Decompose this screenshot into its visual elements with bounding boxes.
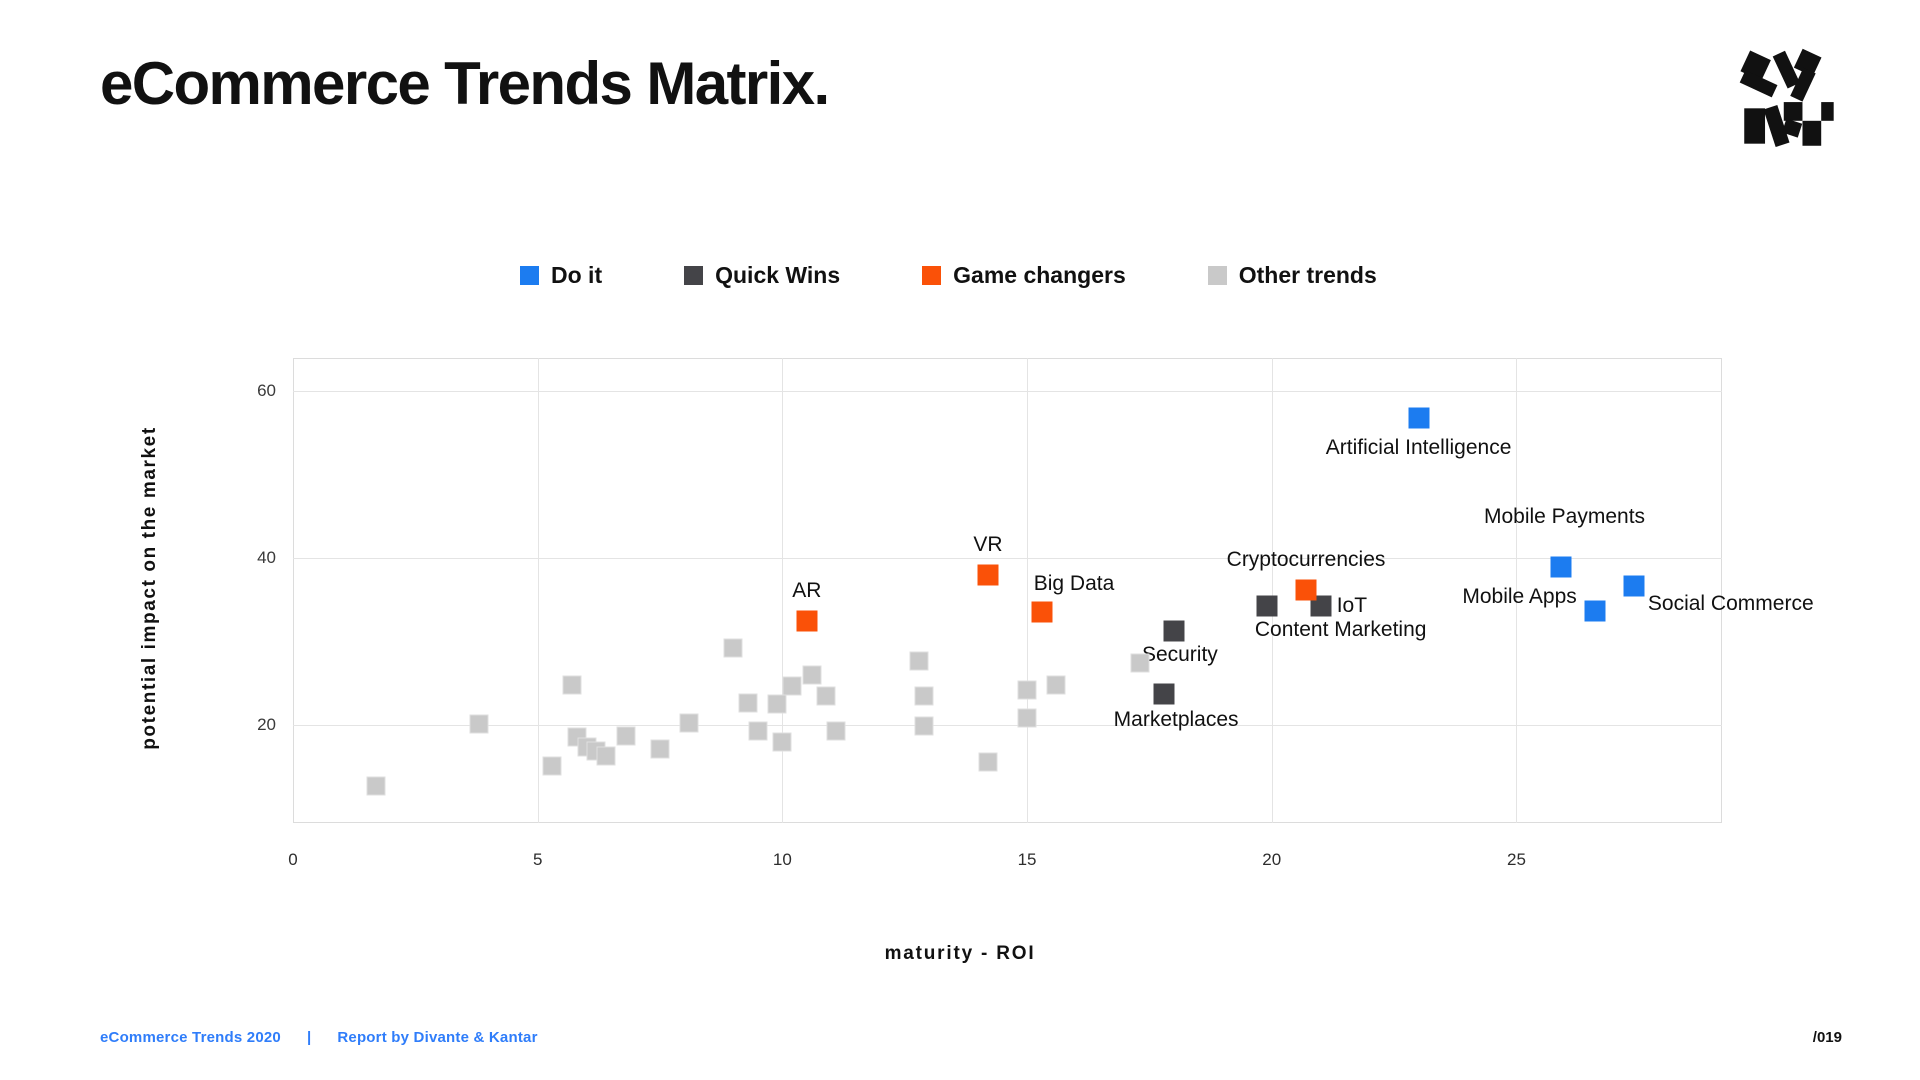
- data-point-label: Big Data: [1033, 572, 1115, 596]
- data-point-label: Mobile Apps: [1462, 584, 1577, 608]
- data-point-label: AR: [792, 579, 822, 603]
- footer: eCommerce Trends 2020 | Report by Divant…: [100, 1029, 538, 1046]
- data-point-other-trend[interactable]: [650, 739, 670, 759]
- legend-swatch-quick-wins-icon: [684, 266, 704, 285]
- data-point-marketplaces[interactable]: [1153, 683, 1175, 705]
- x-axis-tick-label: 20: [1262, 850, 1282, 869]
- data-point-other-trend[interactable]: [1017, 708, 1037, 728]
- legend-item-other-trends[interactable]: Other trends: [1207, 262, 1377, 289]
- legend: Do it Quick Wins Game changers Other trends: [520, 262, 1377, 289]
- x-axis-tick-label: 0: [288, 850, 298, 869]
- x-axis-tick-label: 10: [772, 850, 792, 869]
- gridline-vertical: [537, 358, 539, 823]
- data-point-other-trend[interactable]: [767, 694, 787, 714]
- data-point-vr[interactable]: [977, 564, 999, 586]
- data-point-label: IoT: [1336, 594, 1368, 618]
- x-axis-tick-label: 5: [532, 850, 543, 869]
- gridline-vertical: [782, 358, 784, 823]
- page-number: /019: [1812, 1029, 1842, 1046]
- legend-item-label: Quick Wins: [715, 262, 841, 288]
- legend-item-game-changers[interactable]: Game changers: [922, 262, 1126, 289]
- data-point-other-trend[interactable]: [1130, 653, 1150, 673]
- y-axis-tick-label: 60: [257, 381, 276, 401]
- legend-swatch-game-changers-icon: [922, 266, 942, 285]
- data-point-label: Mobile Payments: [1483, 505, 1646, 529]
- data-point-label: Artificial Intelligence: [1325, 436, 1512, 459]
- data-point-mobile-apps[interactable]: [1584, 600, 1606, 621]
- legend-swatch-other-trends-icon: [1207, 266, 1227, 285]
- scatter-plot-area: Artificial Intelligence Mobile Payments Mo…: [293, 358, 1814, 823]
- gridline-vertical: [1027, 358, 1029, 823]
- data-point-big-data[interactable]: [1031, 601, 1053, 623]
- gridline-horizontal: [293, 724, 1722, 726]
- data-point-label: Content Marketing: [1254, 618, 1427, 642]
- data-point-other-trend[interactable]: [914, 686, 934, 705]
- y-axis-tick-label: 40: [257, 548, 276, 567]
- legend-item-do-it[interactable]: Do it: [520, 262, 602, 289]
- x-axis-ticks: 0 5 10 15 20 25: [288, 836, 1722, 869]
- gridline-vertical: [1271, 358, 1273, 823]
- data-point-other-trend[interactable]: [914, 716, 934, 736]
- page-title: eCommerce Trends Matrix.: [100, 50, 830, 117]
- footer-right-text: Report by Divante & Kantar: [337, 1029, 538, 1046]
- data-point-other-trend[interactable]: [802, 665, 822, 685]
- x-axis-tick-label: 25: [1506, 850, 1526, 869]
- footer-left-text: eCommerce Trends 2020: [100, 1029, 281, 1046]
- footer-separator: |: [306, 1029, 312, 1046]
- data-point-other-trend[interactable]: [562, 675, 582, 695]
- data-point-security[interactable]: [1163, 620, 1185, 641]
- data-point-mobile-payments[interactable]: [1550, 556, 1571, 578]
- legend-item-label: Other trends: [1238, 262, 1377, 288]
- y-axis-tick-label: 20: [257, 714, 276, 734]
- data-point-label: Social Commerce: [1647, 592, 1814, 616]
- data-point-label: VR: [973, 532, 1003, 556]
- data-point-label: Cryptocurrencies: [1226, 547, 1386, 571]
- data-point-other-trend[interactable]: [826, 721, 846, 741]
- divante-logo: [1738, 48, 1842, 152]
- y-axis-title: potential impact on the market: [139, 426, 160, 750]
- data-point-cryptocurrencies[interactable]: [1295, 579, 1317, 601]
- data-point-content-marketing[interactable]: [1256, 595, 1278, 617]
- data-point-ar[interactable]: [796, 610, 818, 632]
- data-point-other-trend[interactable]: [542, 756, 562, 776]
- data-point-other-trend[interactable]: [469, 714, 489, 734]
- data-point-other-trend[interactable]: [816, 686, 836, 706]
- x-axis-tick-label: 15: [1017, 850, 1037, 869]
- data-point-other-trend[interactable]: [616, 726, 636, 746]
- legend-swatch-do-it-icon: [520, 266, 539, 285]
- data-point-other-trend[interactable]: [366, 776, 386, 796]
- data-point-other-trend[interactable]: [909, 651, 929, 671]
- data-point-other-trend[interactable]: [679, 713, 699, 733]
- legend-item-label: Do it: [551, 262, 603, 288]
- data-point-other-trend[interactable]: [596, 746, 616, 766]
- data-point-label: Security: [1141, 642, 1218, 666]
- data-point-other-trend[interactable]: [782, 676, 802, 695]
- gridline-horizontal: [293, 391, 1722, 393]
- data-point-other-trend[interactable]: [978, 752, 998, 772]
- y-axis-ticks: 20 40 60: [240, 358, 276, 823]
- legend-item-quick-wins[interactable]: Quick Wins: [684, 262, 840, 289]
- legend-item-label: Game changers: [953, 262, 1126, 288]
- data-point-other-trend[interactable]: [748, 721, 768, 741]
- data-point-label: Marketplaces: [1113, 707, 1239, 731]
- data-point-artificial-intelligence[interactable]: [1408, 407, 1430, 429]
- data-point-other-trend[interactable]: [772, 732, 792, 752]
- x-axis-title: maturity - ROI: [884, 943, 1036, 964]
- data-point-other-trend[interactable]: [723, 638, 743, 658]
- data-point-other-trend[interactable]: [1046, 675, 1066, 695]
- data-point-other-trend[interactable]: [738, 693, 758, 713]
- gridline-horizontal: [293, 558, 1722, 559]
- data-point-social-commerce[interactable]: [1623, 575, 1645, 597]
- data-point-other-trend[interactable]: [1017, 680, 1037, 700]
